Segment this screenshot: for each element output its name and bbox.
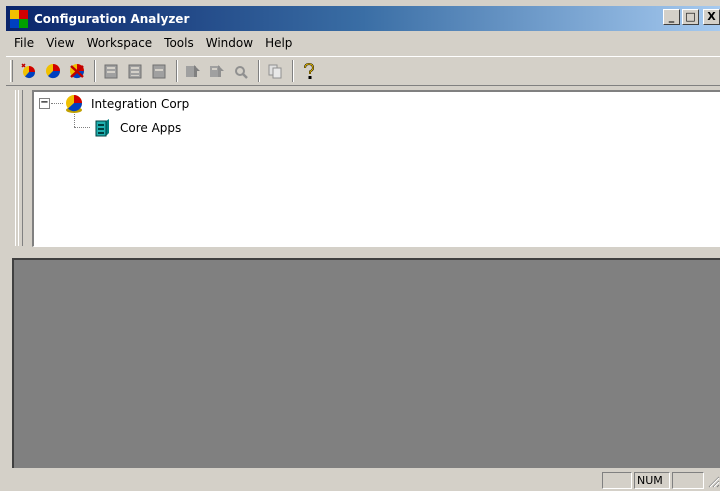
toolbar-separator bbox=[292, 60, 294, 82]
open-enterprise-button[interactable] bbox=[42, 60, 64, 82]
new-application-icon bbox=[104, 64, 118, 79]
menu-bar: File View Workspace Tools Window Help bbox=[6, 32, 720, 54]
status-bar: NUM bbox=[6, 470, 720, 491]
tree-connector bbox=[51, 103, 63, 104]
new-enterprise-button[interactable] bbox=[18, 60, 40, 82]
analyze-all-button[interactable] bbox=[206, 60, 228, 82]
help-button[interactable] bbox=[298, 60, 320, 82]
tree-item-core-apps[interactable]: Core Apps bbox=[92, 118, 181, 138]
open-application-icon bbox=[128, 64, 142, 79]
window-title: Configuration Analyzer bbox=[34, 11, 190, 26]
server-icon bbox=[95, 119, 109, 137]
new-application-button[interactable] bbox=[100, 60, 122, 82]
menu-view[interactable]: View bbox=[40, 36, 80, 50]
tree-connector bbox=[74, 112, 75, 127]
close-application-button[interactable] bbox=[148, 60, 170, 82]
close-application-icon bbox=[152, 64, 166, 79]
toolbar-separator bbox=[94, 60, 96, 82]
menu-help[interactable]: Help bbox=[259, 36, 298, 50]
tree-connector bbox=[74, 127, 90, 128]
status-num: NUM bbox=[634, 472, 670, 489]
toolbar-grip[interactable] bbox=[10, 60, 13, 82]
new-enterprise-icon bbox=[21, 63, 36, 79]
menu-tools[interactable]: Tools bbox=[158, 36, 200, 50]
menu-file[interactable]: File bbox=[8, 36, 40, 50]
status-cell-empty bbox=[602, 472, 632, 489]
status-cell-empty bbox=[672, 472, 704, 489]
tree-item-label: Core Apps bbox=[120, 121, 182, 135]
open-enterprise-icon bbox=[46, 64, 61, 79]
find-icon bbox=[235, 66, 248, 79]
analyze-button[interactable] bbox=[182, 60, 204, 82]
menu-window[interactable]: Window bbox=[200, 36, 259, 50]
tree-view[interactable]: − Integration Corp Core Apps bbox=[32, 90, 720, 247]
minimize-button[interactable]: _ bbox=[663, 9, 680, 25]
workspace-panel bbox=[12, 258, 720, 468]
app-icon bbox=[10, 9, 28, 28]
collapse-toggle[interactable]: − bbox=[39, 98, 50, 109]
menu-workspace[interactable]: Workspace bbox=[81, 36, 159, 50]
open-application-button[interactable] bbox=[124, 60, 146, 82]
find-button[interactable] bbox=[230, 60, 252, 82]
resize-grip-icon[interactable] bbox=[706, 474, 720, 488]
close-button[interactable]: X bbox=[703, 9, 720, 25]
help-icon bbox=[304, 62, 315, 79]
analyze-icon bbox=[186, 65, 200, 77]
maximize-button[interactable]: □ bbox=[682, 9, 699, 25]
title-bar[interactable]: Configuration Analyzer _ □ X bbox=[6, 6, 720, 31]
tree-item-integration-corp[interactable]: Integration Corp bbox=[63, 94, 189, 114]
delete-enterprise-button[interactable] bbox=[66, 60, 88, 82]
dock-grip[interactable] bbox=[15, 90, 23, 246]
tree-item-label: Integration Corp bbox=[91, 97, 190, 111]
toolbar-separator bbox=[176, 60, 178, 82]
splitter[interactable] bbox=[6, 250, 720, 258]
toolbar bbox=[6, 56, 720, 86]
analyze-all-icon bbox=[210, 65, 224, 77]
delete-enterprise-icon bbox=[70, 64, 85, 79]
copy-button[interactable] bbox=[264, 60, 286, 82]
enterprise-pie-icon bbox=[66, 95, 83, 113]
toolbar-separator bbox=[258, 60, 260, 82]
copy-icon bbox=[268, 64, 282, 79]
